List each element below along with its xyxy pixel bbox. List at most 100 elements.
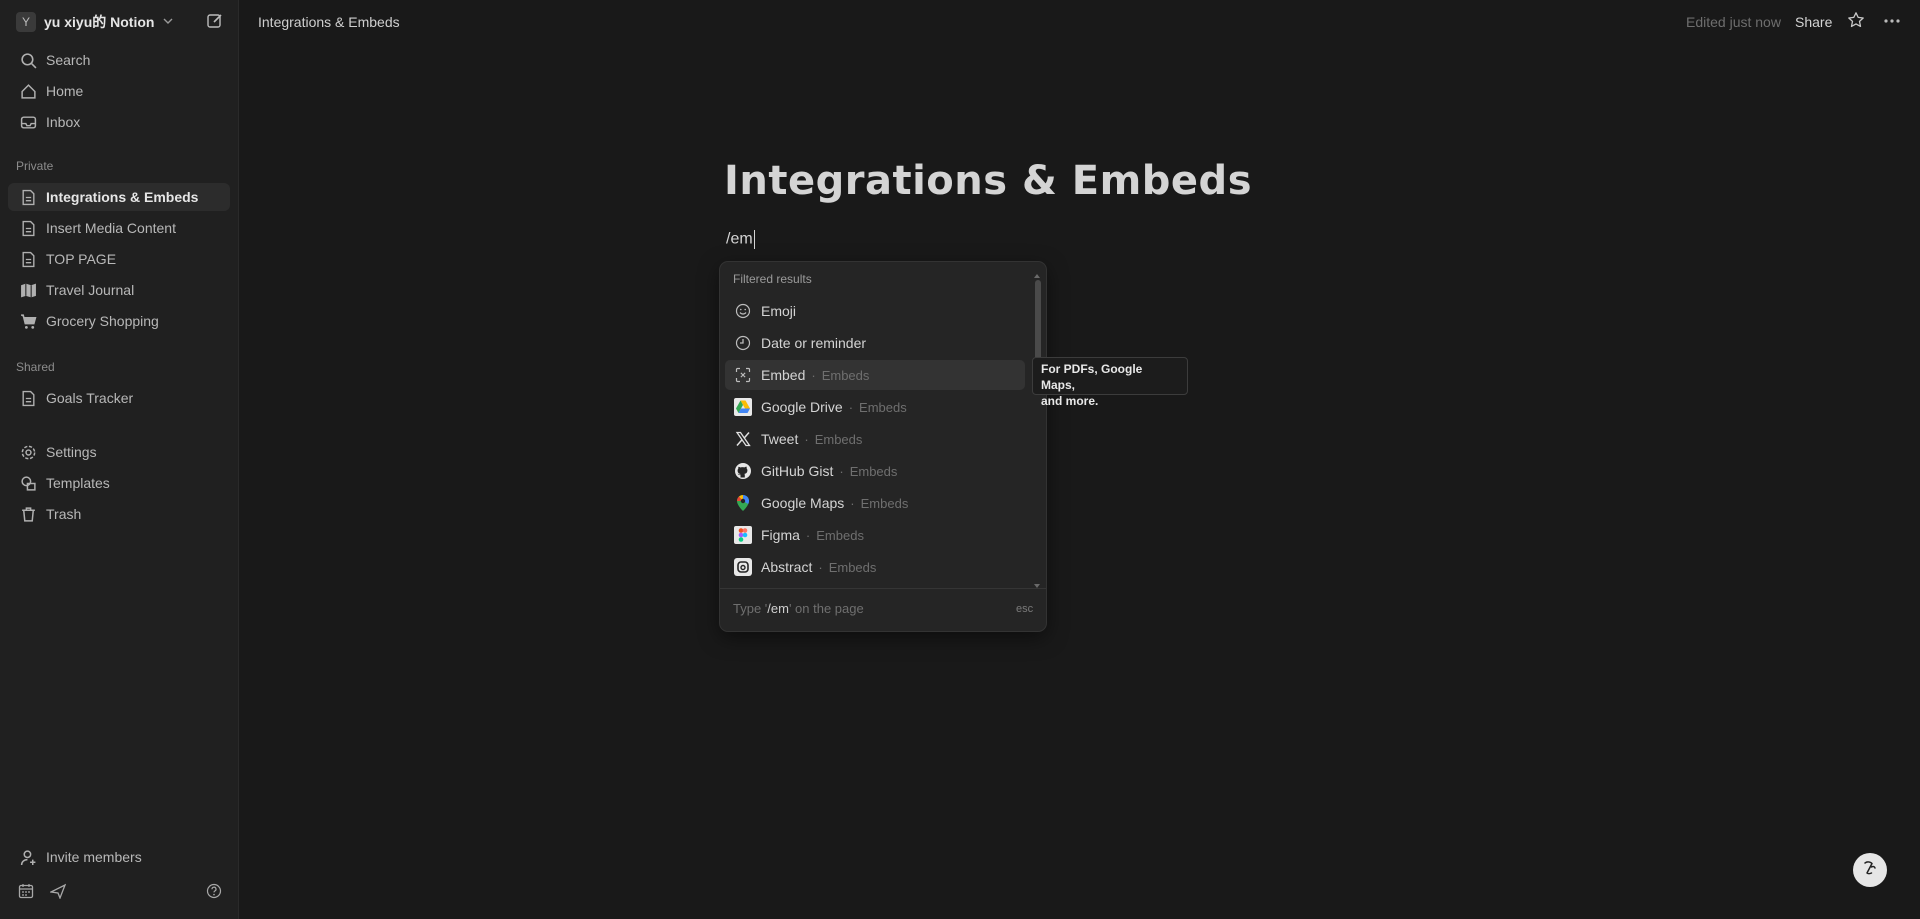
tooltip-line-2: and more. — [1041, 394, 1099, 408]
sidebar-item-travel-journal[interactable]: Travel Journal — [8, 276, 230, 304]
menu-item-google-drive[interactable]: Google Drive · Embeds — [725, 392, 1025, 422]
footer-query: /em — [767, 601, 789, 616]
sidebar-item-label: Grocery Shopping — [46, 313, 159, 329]
menu-item-embed[interactable]: Embed · Embeds — [725, 360, 1025, 390]
new-page-icon[interactable] — [206, 12, 226, 32]
page-icon — [18, 187, 38, 207]
send-icon[interactable] — [48, 883, 67, 904]
menu-item-figma[interactable]: Figma · Embeds — [725, 520, 1025, 550]
sidebar-item-grocery-shopping[interactable]: Grocery Shopping — [8, 307, 230, 335]
menu-item-label: Google Drive — [761, 399, 843, 415]
menu-item-label: GitHub Gist — [761, 463, 834, 479]
sidebar-item-top-page[interactable]: TOP PAGE — [8, 245, 230, 273]
trash-icon — [18, 504, 38, 524]
menu-item-label: Embed — [761, 367, 806, 383]
separator-dot: · — [839, 463, 844, 479]
sidebar-item-search[interactable]: Search — [8, 46, 230, 74]
menu-item-category: Embeds — [860, 495, 909, 511]
more-icon[interactable] — [1882, 11, 1902, 31]
search-icon — [18, 50, 38, 70]
menu-item-category: Embeds — [814, 431, 863, 447]
sidebar-item-goals-tracker[interactable]: Goals Tracker — [8, 384, 230, 412]
menu-item-abstract[interactable]: Abstract · Embeds — [725, 552, 1025, 582]
breadcrumb[interactable]: Integrations & Embeds — [258, 14, 400, 30]
gear-icon — [18, 442, 38, 462]
page-icon — [18, 388, 38, 408]
menu-item-github-gist[interactable]: GitHub Gist · Embeds — [725, 456, 1025, 486]
sidebar-item-label: Integrations & Embeds — [46, 189, 199, 205]
edited-status: Edited just now — [1686, 14, 1781, 30]
separator-dot: · — [850, 495, 855, 511]
notion-ai-button[interactable] — [1853, 853, 1887, 887]
sidebar-item-inbox[interactable]: Inbox — [8, 108, 230, 136]
sidebar-item-label: Trash — [46, 506, 82, 522]
menu-item-label: Date or reminder — [761, 335, 867, 351]
sidebar-item-templates[interactable]: Templates — [8, 469, 230, 497]
embed-icon — [733, 365, 753, 385]
sidebar: Y yu xiyu的 Notion Search Home Inbox Priv… — [0, 0, 239, 919]
menu-item-category: Embeds — [816, 527, 864, 543]
menu-footer: Type '/em' on the page — [733, 601, 864, 616]
github-icon — [733, 461, 753, 481]
menu-item-label: Figma — [761, 527, 800, 543]
shapes-icon — [18, 473, 38, 493]
sidebar-item-insert-media-content[interactable]: Insert Media Content — [8, 214, 230, 242]
invite-members-button[interactable]: Invite members — [8, 843, 230, 871]
esc-hint[interactable]: esc — [1016, 603, 1033, 615]
separator-dot: · — [811, 367, 816, 383]
sidebar-item-label: TOP PAGE — [46, 251, 117, 267]
share-button[interactable]: Share — [1795, 14, 1832, 30]
invite-members-label: Invite members — [46, 849, 142, 865]
sidebar-item-settings[interactable]: Settings — [8, 438, 230, 466]
x-logo-icon — [733, 429, 753, 449]
sidebar-item-label: Travel Journal — [46, 282, 135, 298]
star-icon[interactable] — [1847, 11, 1867, 31]
section-private-label: Private — [16, 159, 54, 173]
footer-suffix: ' on the page — [788, 601, 864, 616]
menu-item-google-maps[interactable]: Google Maps · Embeds — [725, 488, 1025, 518]
page-title[interactable]: Integrations & Embeds — [724, 158, 1252, 204]
sidebar-item-label: Templates — [46, 475, 110, 491]
slash-command-menu: Filtered results Emoji Date or reminder … — [720, 262, 1046, 631]
tooltip-line-1: For PDFs, Google Maps, — [1041, 362, 1143, 392]
calendar-icon[interactable] — [18, 883, 34, 904]
google-maps-icon — [733, 493, 753, 513]
figma-icon — [733, 525, 753, 545]
menu-item-category: Embeds — [849, 463, 898, 479]
help-icon[interactable] — [206, 883, 222, 904]
sidebar-item-home[interactable]: Home — [8, 77, 230, 105]
workspace-switcher[interactable]: Y yu xiyu的 Notion — [8, 10, 174, 34]
cart-icon — [18, 311, 38, 331]
menu-header: Filtered results — [733, 272, 812, 286]
workspace-avatar: Y — [16, 12, 36, 32]
block-input[interactable]: /em — [726, 230, 755, 249]
abstract-icon — [733, 557, 753, 577]
smiley-icon — [733, 301, 753, 321]
separator-dot: · — [848, 399, 854, 415]
menu-item-emoji[interactable]: Emoji — [725, 296, 1025, 326]
text-caret — [753, 230, 755, 249]
menu-item-category: Embeds — [828, 559, 877, 575]
menu-item-tweet[interactable]: Tweet · Embeds — [725, 424, 1025, 454]
inbox-icon — [18, 112, 38, 132]
footer-prefix: Type ' — [733, 601, 768, 616]
home-icon — [18, 81, 38, 101]
menu-item-label: Google Maps — [761, 495, 845, 511]
menu-item-category: Embeds — [859, 399, 907, 415]
add-person-icon — [18, 847, 38, 867]
map-icon — [18, 280, 38, 300]
clock-icon — [733, 333, 753, 353]
workspace-name: yu xiyu的 Notion — [44, 14, 155, 30]
menu-scrollbar-thumb[interactable] — [1035, 280, 1041, 360]
menu-item-label: Tweet — [761, 431, 799, 447]
separator-dot: · — [805, 527, 811, 543]
menu-item-date-or-reminder[interactable]: Date or reminder — [725, 328, 1025, 358]
command-text: /em — [726, 230, 753, 248]
menu-item-label: Emoji — [761, 303, 797, 319]
sidebar-item-trash[interactable]: Trash — [8, 500, 230, 528]
sidebar-item-label: Insert Media Content — [46, 220, 176, 236]
sidebar-item-integrations-embeds[interactable]: Integrations & Embeds — [8, 183, 230, 211]
sidebar-item-label: Inbox — [46, 114, 81, 130]
section-shared-label: Shared — [16, 360, 55, 374]
sidebar-item-label: Search — [46, 52, 91, 68]
